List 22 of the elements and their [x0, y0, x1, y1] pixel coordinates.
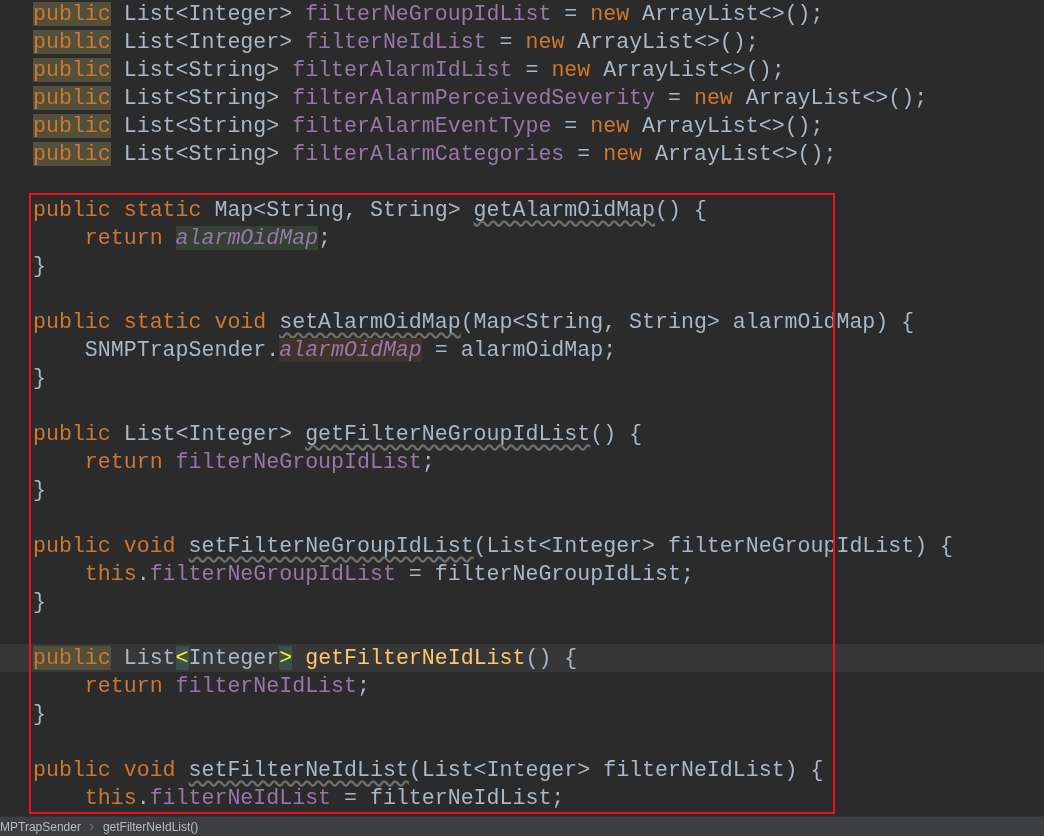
code-line: } — [33, 366, 46, 390]
code-line: return filterNeGroupIdList; — [83, 450, 435, 474]
code-line: } — [33, 590, 46, 614]
chevron-icon — [88, 822, 95, 831]
code-line: public List<Integer> filterNeIdList = new ArrayList<>(); — [33, 30, 759, 54]
code-line: } — [33, 702, 46, 726]
code-line: this.filterNeIdList = filterNeIdList; — [83, 786, 565, 810]
code-line: public List<Integer> getFilterNeGroupIdList() { — [33, 422, 643, 446]
code-line: public List<String> filterAlarmIdList = new ArrayList<>(); — [33, 58, 785, 82]
code-line: public List<String> filterAlarmEventType = new ArrayList<>(); — [33, 114, 824, 138]
code-line: public List<String> filterAlarmCategories = new ArrayList<>(); — [33, 142, 837, 166]
code-line: public List<Integer> filterNeGroupIdList = new ArrayList<>(); — [33, 2, 824, 26]
code-line: public void setFilterNeIdList(List<Integer> filterNeIdList) { — [33, 758, 824, 782]
breadcrumb-item[interactable]: MPTrapSender — [0, 817, 81, 836]
code-line: public List<String> filterAlarmPerceivedSeverity = new ArrayList<>(); — [33, 86, 928, 110]
code-line: this.filterNeGroupIdList = filterNeGroupIdList; — [83, 562, 694, 586]
code-line: } — [33, 478, 46, 502]
code-line: SNMPTrapSender.alarmOidMap = alarmOidMap; — [83, 338, 617, 362]
breadcrumb-item[interactable]: getFilterNeIdList() — [102, 817, 199, 836]
code-line: return filterNeIdList; — [83, 674, 370, 698]
code-line: } — [33, 254, 46, 278]
code-line: public static Map<String, String> getAlarmOidMap() { — [33, 198, 707, 222]
